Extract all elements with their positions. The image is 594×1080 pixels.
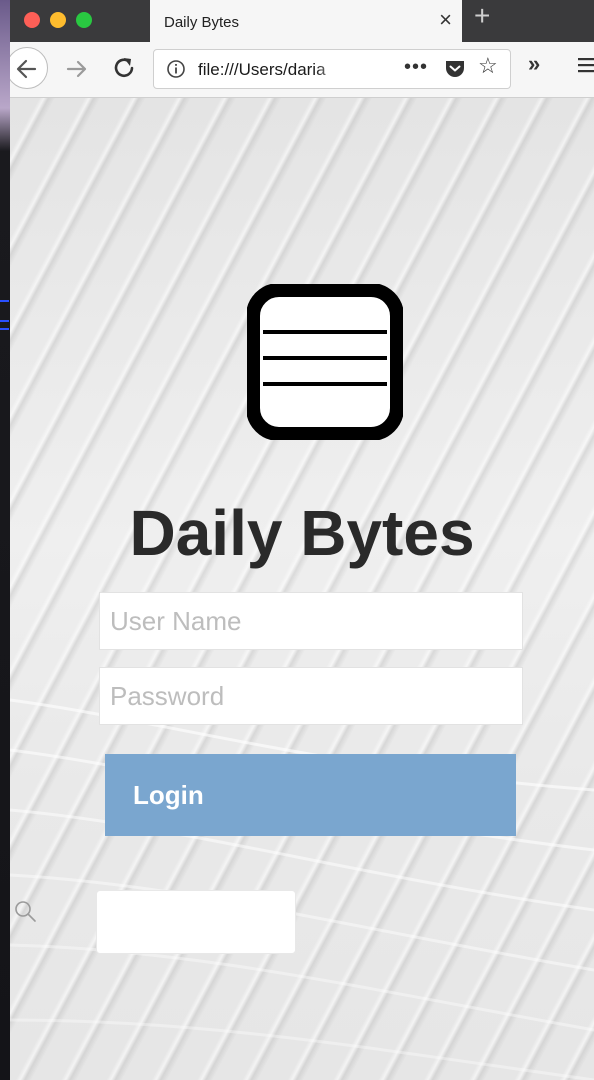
- username-input[interactable]: [99, 592, 523, 650]
- database-icon: [247, 284, 403, 440]
- page-content: Daily Bytes Login: [10, 98, 594, 1080]
- back-arrow-icon: [16, 59, 37, 79]
- info-icon[interactable]: [166, 59, 186, 84]
- tab-strip: Daily Bytes × +: [10, 0, 594, 42]
- tab-daily-bytes[interactable]: Daily Bytes ×: [150, 0, 462, 42]
- search-icon: [12, 898, 40, 931]
- hamburger-menu-icon[interactable]: [578, 55, 594, 80]
- forward-button[interactable]: [64, 56, 90, 87]
- password-input[interactable]: [99, 667, 523, 725]
- reload-icon: [114, 58, 134, 77]
- search-input[interactable]: [96, 890, 296, 954]
- window-maximize-button[interactable]: [76, 12, 92, 28]
- desktop-mark: [0, 320, 9, 322]
- desktop-mark: [0, 300, 9, 302]
- tab-title: Daily Bytes: [164, 14, 240, 31]
- new-tab-icon[interactable]: +: [474, 2, 490, 30]
- url-text[interactable]: file:///Users/daria: [198, 60, 348, 80]
- pocket-icon[interactable]: [444, 59, 466, 84]
- forward-arrow-icon: [66, 60, 87, 78]
- address-bar[interactable]: file:///Users/daria ••• ☆: [153, 49, 511, 89]
- window-minimize-button[interactable]: [50, 12, 66, 28]
- reload-button[interactable]: [110, 54, 138, 87]
- window-close-button[interactable]: [24, 12, 40, 28]
- navigation-toolbar: file:///Users/daria ••• ☆ »: [10, 42, 594, 98]
- browser-window: Daily Bytes × + file:///Users/daria ••• …: [10, 0, 594, 1080]
- toolbar-overflow-icon[interactable]: »: [528, 53, 540, 75]
- app-title: Daily Bytes: [129, 497, 475, 569]
- back-button[interactable]: [10, 47, 48, 89]
- tab-close-icon[interactable]: ×: [439, 9, 452, 31]
- page-actions-icon[interactable]: •••: [404, 56, 428, 79]
- bookmark-star-icon[interactable]: ☆: [478, 55, 498, 77]
- login-button[interactable]: Login: [105, 754, 516, 836]
- desktop-mark: [0, 328, 9, 330]
- desktop-background: [0, 0, 10, 1080]
